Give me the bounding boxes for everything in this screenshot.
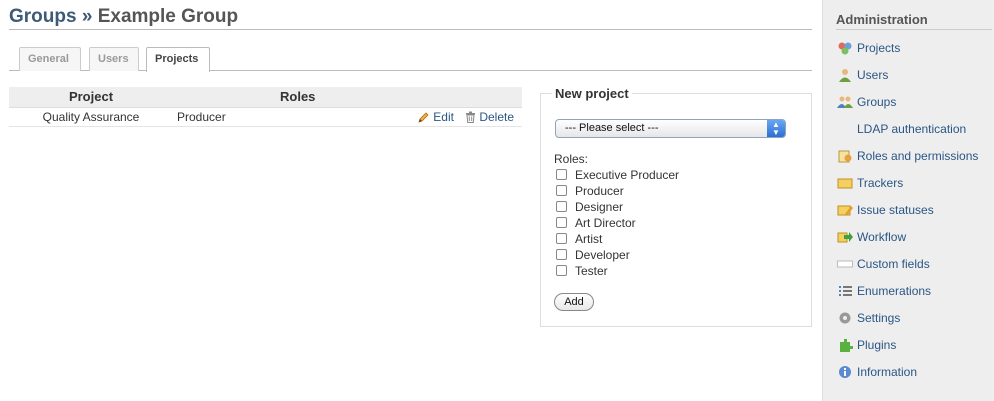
sidebar-item-users[interactable]: Users	[837, 66, 978, 93]
membership-roles: Producer	[173, 107, 285, 127]
add-button[interactable]: Add	[554, 293, 594, 311]
tab-bar: General Users Projects	[9, 46, 812, 72]
sidebar-item-custom-fields[interactable]: Custom fields	[837, 255, 978, 282]
role-option: Executive Producer	[556, 167, 679, 183]
sidebar-item-label: Settings	[857, 311, 901, 325]
delete-label: Delete	[479, 109, 514, 124]
group-name: Example Group	[97, 6, 239, 27]
info-icon	[839, 366, 851, 378]
role-checkbox[interactable]	[556, 249, 567, 260]
sidebar-item-groups[interactable]: Groups	[837, 93, 978, 120]
gear-icon	[839, 312, 851, 324]
memberships-table: Project Roles Quality Assurance Producer…	[9, 87, 522, 127]
project-select[interactable]: --- Please select --- ▲ ▼	[555, 119, 786, 138]
role-checkbox[interactable]	[556, 217, 567, 228]
projects-icon	[838, 42, 852, 55]
main-content: Groups » Example Group General Users Pro…	[0, 0, 822, 401]
role-checkbox[interactable]	[556, 201, 567, 212]
role-label: Developer	[575, 248, 630, 262]
sidebar-item-ldap[interactable]: LDAP authentication	[837, 120, 978, 147]
textfield-icon	[837, 260, 853, 268]
role-checkbox-list: Executive Producer Producer Designer Art…	[556, 167, 679, 279]
role-label: Artist	[575, 232, 603, 246]
breadcrumb-groups-link[interactable]: Groups	[9, 6, 77, 27]
sidebar-item-information[interactable]: Information	[837, 363, 978, 390]
admin-sidebar: Administration Projects Users Groups LDA…	[822, 0, 994, 401]
plugin-icon	[840, 339, 853, 352]
sidebar-item-label: Enumerations	[857, 284, 932, 298]
role-label: Executive Producer	[575, 168, 680, 182]
list-icon	[839, 286, 852, 296]
admin-menu: Projects Users Groups LDAP authenticatio…	[837, 39, 978, 390]
group-icon	[837, 96, 853, 108]
role-label: Designer	[575, 200, 624, 214]
new-project-fieldset: New project --- Please select --- ▲ ▼ Rol…	[540, 86, 812, 327]
role-option: Designer	[556, 199, 679, 215]
role-checkbox[interactable]	[556, 265, 567, 276]
new-project-legend: New project	[555, 86, 629, 101]
edit-link[interactable]: Edit	[418, 110, 454, 124]
select-arrows-icon: ▲ ▼	[767, 120, 785, 137]
role-option: Producer	[556, 183, 679, 199]
sidebar-item-issue-statuses[interactable]: Issue statuses	[837, 201, 978, 228]
edit-label: Edit	[433, 109, 454, 124]
sidebar-item-label: Trackers	[857, 176, 904, 190]
table-header-row: Project Roles	[9, 87, 522, 108]
user-icon	[839, 69, 851, 82]
role-option: Tester	[556, 263, 679, 279]
ticket-edit-icon	[837, 205, 853, 216]
tab-projects[interactable]: Projects	[146, 47, 210, 72]
sidebar-item-trackers[interactable]: Trackers	[837, 174, 978, 201]
role-option: Art Director	[556, 215, 679, 231]
role-label: Art Director	[575, 216, 636, 230]
sidebar-item-enumerations[interactable]: Enumerations	[837, 282, 978, 309]
sidebar-item-label: Roles and permissions	[857, 149, 979, 163]
tab-users[interactable]: Users	[89, 47, 139, 71]
trash-icon	[466, 111, 476, 123]
arrow-icon	[837, 232, 853, 243]
sidebar-item-projects[interactable]: Projects	[837, 39, 978, 66]
role-label: Producer	[575, 184, 624, 198]
sidebar-item-label: Information	[857, 365, 918, 379]
sidebar-item-label: Users	[857, 68, 889, 82]
role-checkbox[interactable]	[556, 233, 567, 244]
role-label: Tester	[575, 264, 608, 278]
sidebar-item-label: Issue statuses	[857, 203, 934, 217]
project-select-value: --- Please select ---	[565, 122, 659, 134]
lock-icon	[838, 150, 852, 163]
sidebar-title: Administration	[836, 12, 992, 30]
sidebar-item-label: Projects	[857, 41, 901, 55]
column-header-roles: Roles	[173, 87, 522, 108]
page-title: Groups » Example Group	[9, 6, 812, 30]
sidebar-item-roles[interactable]: Roles and permissions	[837, 147, 978, 174]
role-option: Artist	[556, 231, 679, 247]
role-checkbox[interactable]	[556, 185, 567, 196]
sidebar-item-label: Workflow	[857, 230, 907, 244]
role-checkbox[interactable]	[556, 169, 567, 180]
sidebar-item-label: LDAP authentication	[857, 122, 967, 136]
sidebar-item-label: Plugins	[857, 338, 897, 352]
tab-general[interactable]: General	[19, 47, 81, 71]
table-row: Quality Assurance Producer Edit Delete	[9, 107, 522, 127]
roles-label: Roles:	[554, 152, 589, 166]
column-header-project: Project	[9, 87, 173, 108]
sidebar-item-label: Groups	[857, 95, 897, 109]
breadcrumb-separator: »	[81, 6, 93, 27]
role-option: Developer	[556, 247, 679, 263]
membership-actions: Edit Delete	[284, 107, 522, 127]
pencil-icon	[418, 111, 429, 123]
delete-link[interactable]: Delete	[465, 110, 514, 124]
sidebar-item-workflow[interactable]: Workflow	[837, 228, 978, 255]
sidebar-item-label: Custom fields	[857, 257, 930, 271]
ticket-icon	[837, 178, 853, 189]
sidebar-item-plugins[interactable]: Plugins	[837, 336, 978, 363]
membership-project: Quality Assurance	[9, 107, 173, 127]
sidebar-item-settings[interactable]: Settings	[837, 309, 978, 336]
